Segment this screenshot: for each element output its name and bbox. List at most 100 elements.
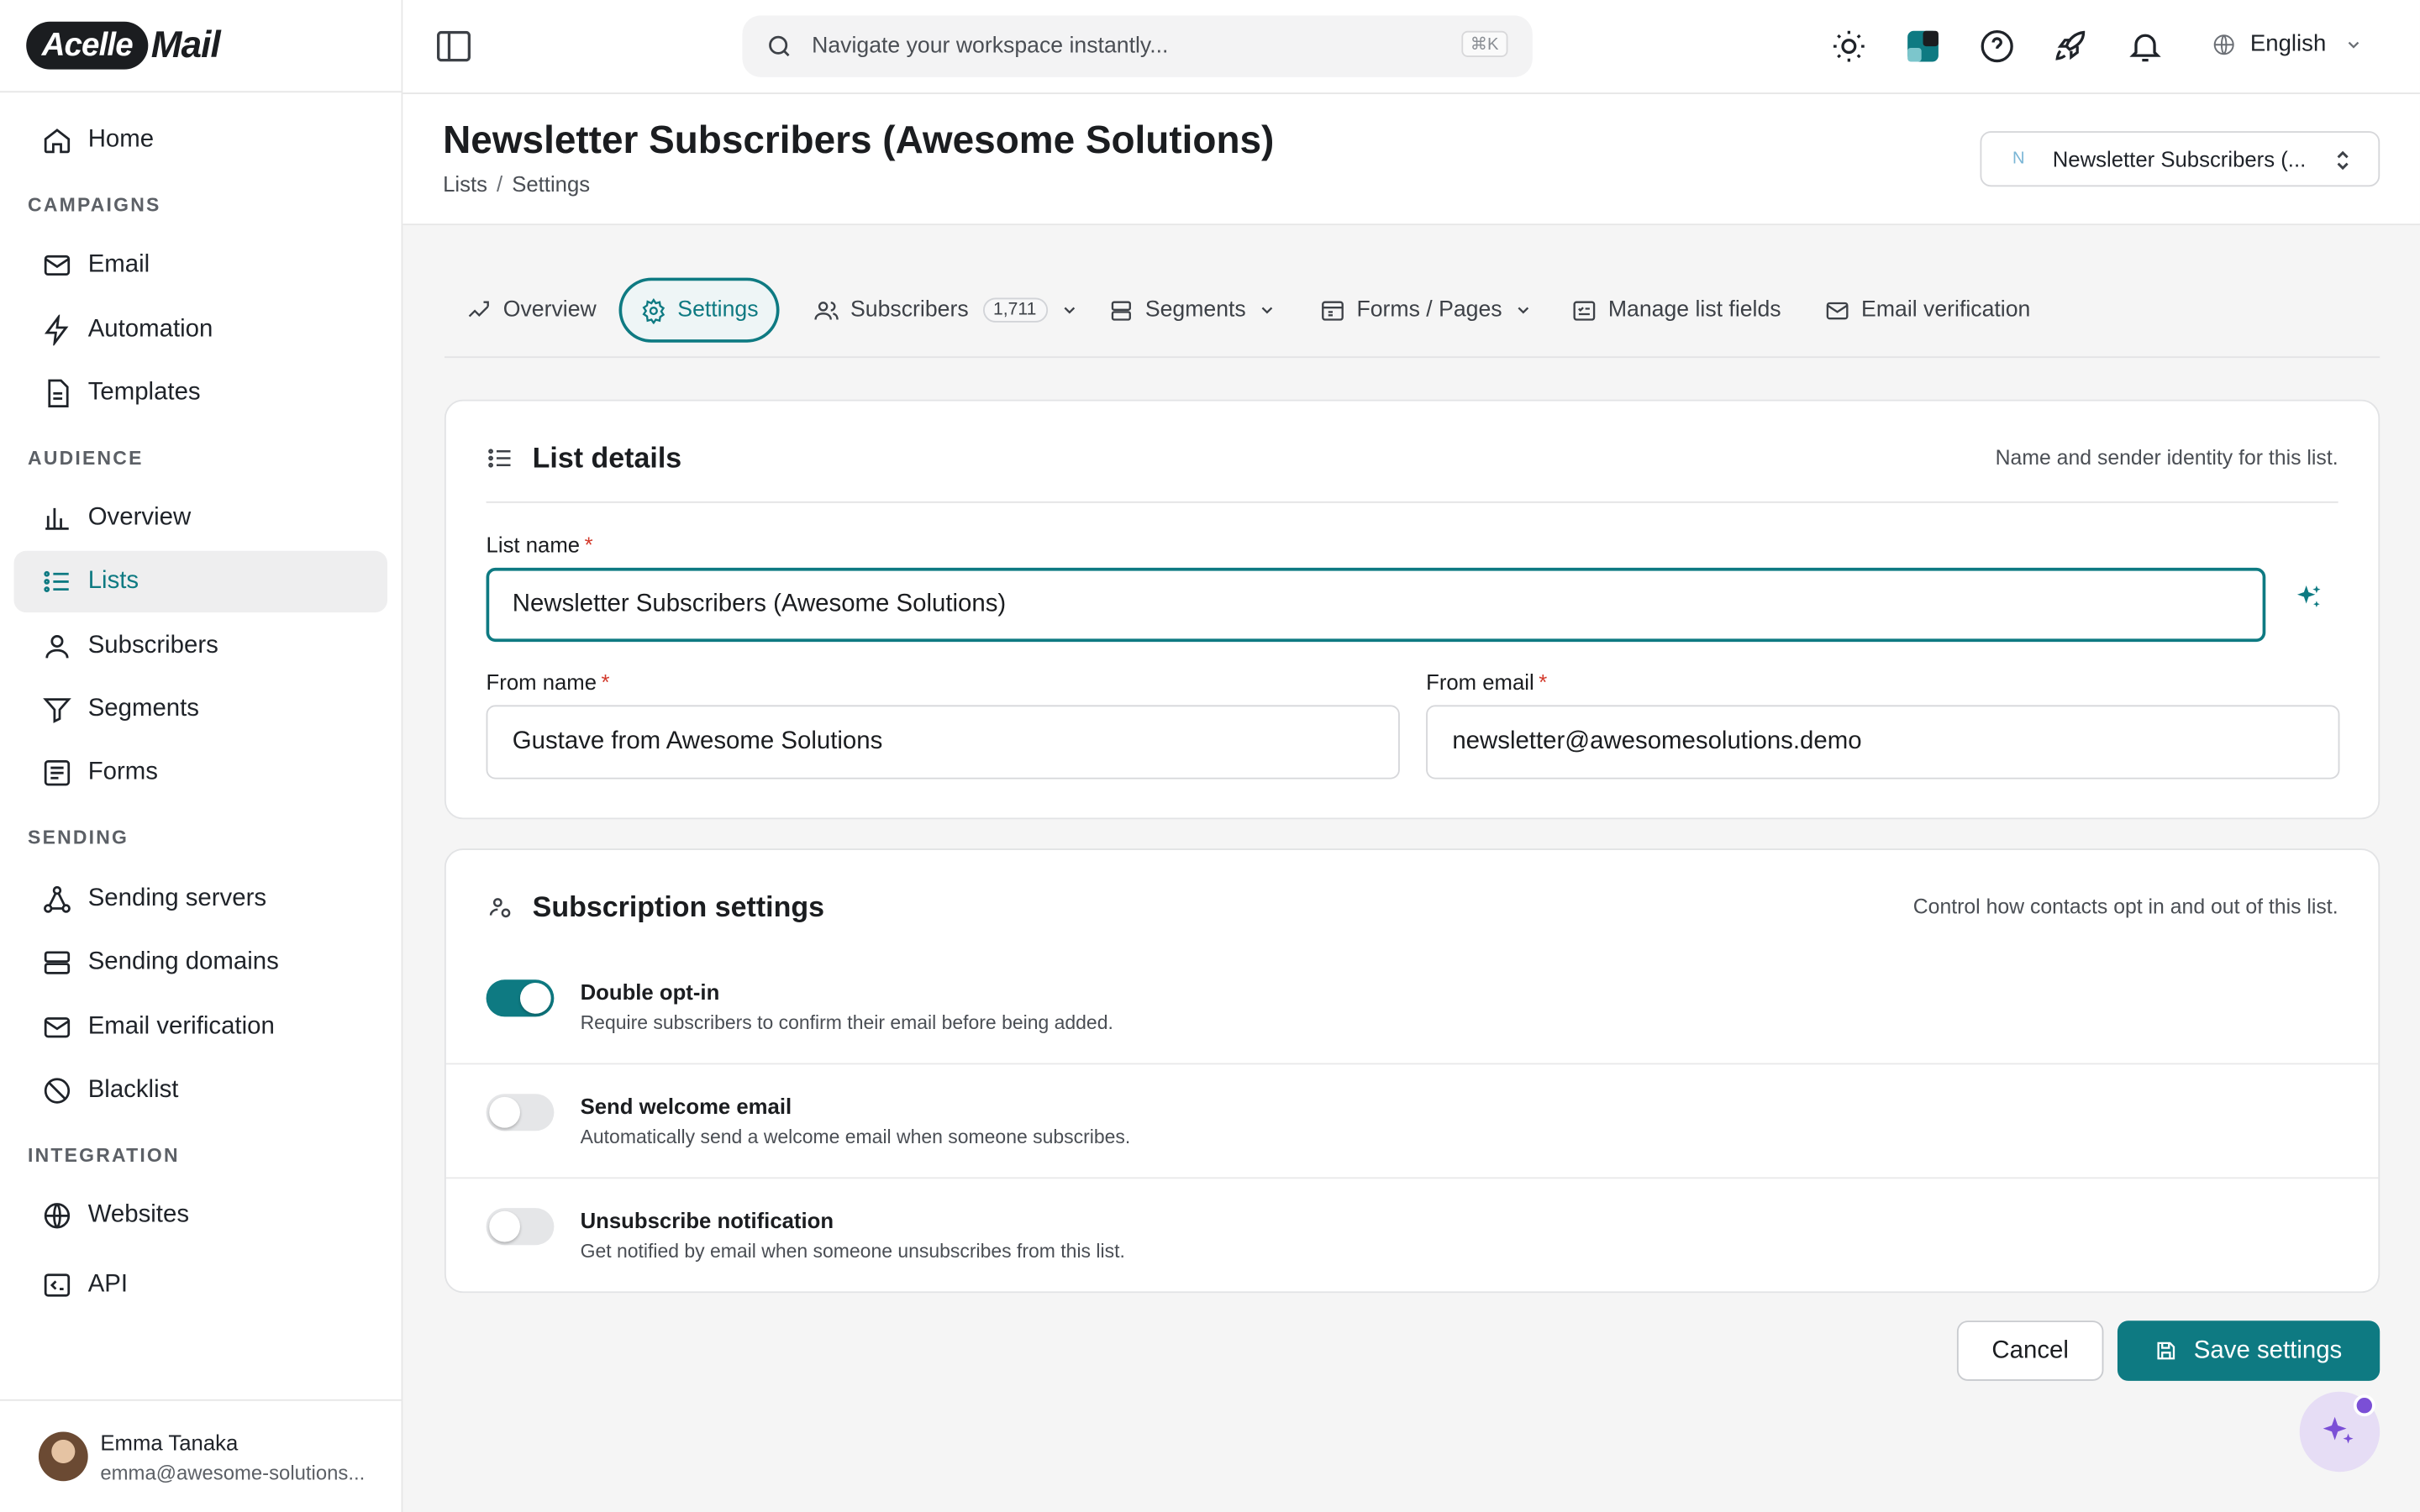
sidebar-item-label: Subscribers <box>87 633 218 659</box>
list-switcher[interactable]: N Newsletter Subscribers (... <box>1980 131 2381 187</box>
save-icon <box>2158 1341 2176 1360</box>
save-settings-button[interactable]: Save settings <box>2117 1320 2381 1381</box>
tab-email-verification[interactable]: Email verification <box>1806 278 2049 343</box>
label-text: From email <box>1426 669 1534 695</box>
list-icon <box>44 570 69 592</box>
sidebar-item-blacklist[interactable]: Blacklist <box>14 1060 387 1121</box>
tab-segments[interactable]: Segments <box>1090 278 1296 343</box>
page-title: Newsletter Subscribers (Awesome Solution… <box>443 118 1275 162</box>
option-description: Automatically send a welcome email when … <box>580 1126 1131 1148</box>
chevron-updown-icon <box>2337 150 2349 171</box>
required-mark: * <box>1539 669 1548 695</box>
sidebar-toggle-icon[interactable] <box>436 30 471 62</box>
sidebar-item-label: Blacklist <box>87 1077 179 1104</box>
sidebar-item-label: API <box>87 1271 129 1298</box>
logo-wordmark: Mail <box>150 24 221 66</box>
breadcrumb-lists[interactable]: Lists <box>443 171 487 196</box>
sidebar-item-label: Home <box>87 126 155 153</box>
mail-check-icon <box>1826 301 1849 319</box>
list-switcher-label: Newsletter Subscribers (... <box>2052 146 2307 171</box>
topbar: Navigate your workspace instantly... ⌘K … <box>402 0 2420 95</box>
ai-assistant-button[interactable] <box>2299 1391 2381 1473</box>
unsubscribe-notification-toggle[interactable] <box>486 1208 555 1246</box>
sidebar-item-websites[interactable]: Websites <box>14 1185 387 1247</box>
sidebar-item-email[interactable]: Email <box>14 234 387 296</box>
globe-icon <box>44 1203 71 1229</box>
avatar <box>38 1431 88 1482</box>
chevron-down-icon <box>1518 307 1529 314</box>
language-select[interactable]: English <box>2212 31 2363 57</box>
double-opt-in-toggle[interactable] <box>486 979 555 1017</box>
user-name: Emma Tanaka <box>100 1430 239 1456</box>
sidebar-item-subscribers[interactable]: Subscribers <box>14 616 387 677</box>
subscribers-count-badge: 1,711 <box>982 297 1048 323</box>
tab-manage-list-fields[interactable]: Manage list fields <box>1553 278 1800 343</box>
user-menu[interactable]: Emma Tanaka emma@awesome-solutions... <box>0 1399 402 1512</box>
tab-overview[interactable]: Overview <box>448 278 615 343</box>
toggle-knob <box>489 1210 520 1242</box>
brand-header: Acelle Mail <box>0 0 402 93</box>
sidebar-item-lists[interactable]: Lists <box>13 550 388 613</box>
sidebar-item-label: Templates <box>87 379 201 407</box>
list-name-input[interactable]: Newsletter Subscribers (Awesome Solution… <box>486 567 2266 643</box>
save-settings-label: Save settings <box>2193 1336 2343 1363</box>
option-title: Unsubscribe notification <box>580 1208 834 1233</box>
divider <box>445 1177 2379 1179</box>
sidebar-item-label: Lists <box>87 567 139 595</box>
list-name-label: List name * <box>487 533 593 557</box>
rocket-icon[interactable] <box>2053 28 2090 65</box>
divider <box>486 501 2338 503</box>
sidebar-item-sending-domains[interactable]: Sending domains <box>14 932 387 993</box>
logo-mark: Acelle <box>26 21 149 70</box>
search-bar[interactable]: Navigate your workspace instantly... ⌘K <box>742 15 1533 77</box>
user-icon <box>45 634 69 659</box>
sidebar-item-email-verification[interactable]: Email verification <box>14 997 387 1058</box>
bell-icon[interactable] <box>2127 28 2164 65</box>
app-root: Acelle Mail Home CAMPAIGNS Email Automat… <box>0 0 2420 1512</box>
sidebar-item-label: Automation <box>87 316 213 343</box>
ai-sparkle-icon[interactable] <box>2293 581 2324 612</box>
breadcrumb: Lists / Settings <box>443 171 591 197</box>
sidebar-item-home[interactable]: Home <box>14 109 387 171</box>
sun-icon[interactable] <box>1830 28 1867 65</box>
sidebar-item-api[interactable]: API <box>14 1254 387 1315</box>
sidebar-item-label: Email verification <box>87 1013 275 1040</box>
send-welcome-email-toggle[interactable] <box>486 1094 555 1131</box>
ai-sparkle-icon <box>2323 1416 2354 1444</box>
tab-settings[interactable]: Settings <box>618 277 781 343</box>
sparkline-icon <box>468 300 489 317</box>
sidebar-item-templates[interactable]: Templates <box>14 363 387 424</box>
label-text: List name <box>486 532 581 558</box>
from-name-input[interactable]: Gustave from Awesome Solutions <box>486 705 1400 780</box>
gear-icon <box>642 297 666 323</box>
sidebar-item-label: Forms <box>87 759 158 785</box>
sidebar-item-forms[interactable]: Forms <box>14 742 387 803</box>
sidebar-item-sending-servers[interactable]: Sending servers <box>14 869 387 930</box>
tab-forms-pages[interactable]: Forms / Pages <box>1301 278 1551 343</box>
toggle-knob <box>489 1096 520 1128</box>
tab-subscribers[interactable]: Subscribers 1,711 <box>795 278 1097 343</box>
server-icon <box>44 951 71 974</box>
list-details-title: List details <box>532 441 682 474</box>
lightning-icon <box>44 314 69 346</box>
tab-label: Forms / Pages <box>1356 297 1502 323</box>
from-email-input[interactable]: newsletter@awesomesolutions.demo <box>1426 705 2340 780</box>
sidebar-item-label: Email <box>87 251 150 278</box>
users-icon <box>814 301 839 319</box>
list-details-card: List details Name and sender identity fo… <box>444 399 2381 820</box>
sidebar-item-segments[interactable]: Segments <box>14 679 387 740</box>
sidebar-item-label: Websites <box>87 1201 190 1229</box>
search-input[interactable]: Navigate your workspace instantly... <box>812 34 1168 58</box>
sidebar-item-overview[interactable]: Overview <box>14 487 387 549</box>
sidebar-item-automation[interactable]: Automation <box>14 299 387 360</box>
chevron-down-icon <box>1063 307 1075 314</box>
cancel-button[interactable]: Cancel <box>1956 1320 2104 1381</box>
option-title: Send welcome email <box>580 1094 792 1119</box>
network-icon <box>44 885 71 913</box>
tab-label: Settings <box>677 297 759 323</box>
app-logo[interactable]: Acelle Mail <box>26 21 221 70</box>
section-audience: AUDIENCE <box>28 447 144 470</box>
help-icon[interactable] <box>1979 28 2016 65</box>
tab-label: Email verification <box>1861 297 2031 323</box>
theme-palette-icon[interactable] <box>1904 28 1941 65</box>
